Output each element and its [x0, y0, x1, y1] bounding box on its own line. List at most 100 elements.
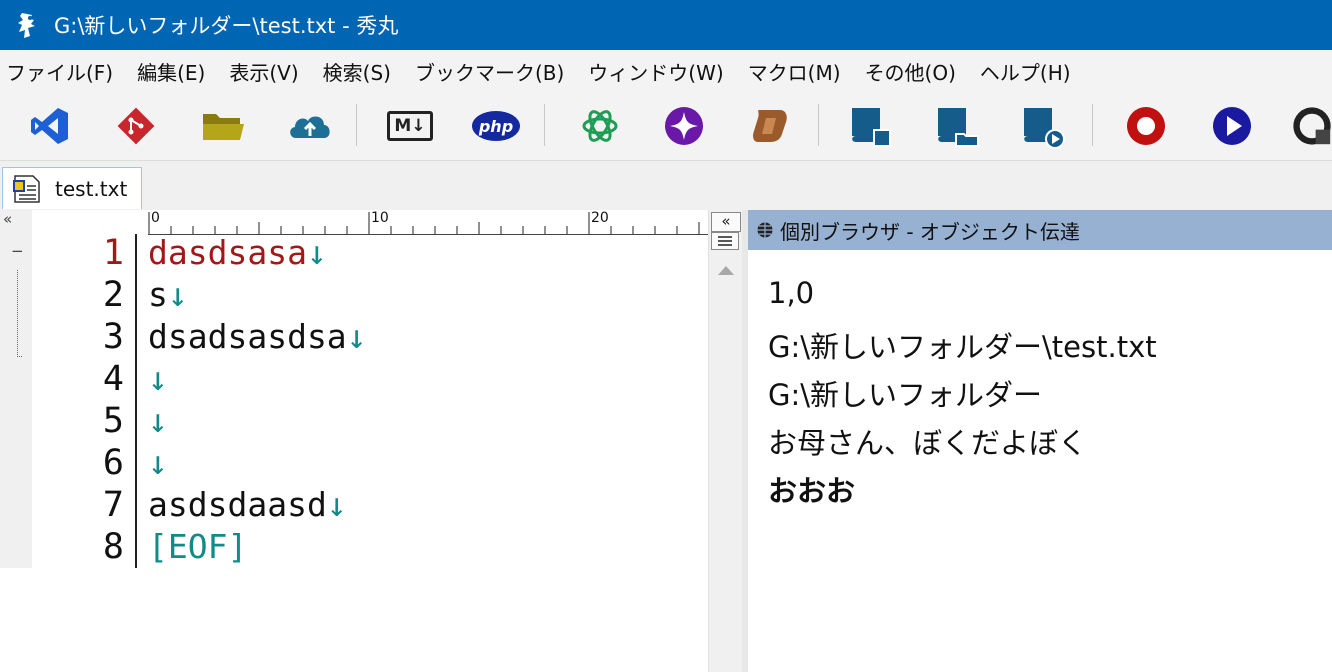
- vertical-scrollbar[interactable]: «: [708, 210, 743, 672]
- window-title: G:\新しいフォルダー\test.txt - 秀丸: [54, 14, 399, 38]
- toolbar-separator: [544, 104, 545, 146]
- git-icon: [117, 107, 155, 145]
- scroll-folder-icon: [938, 108, 979, 147]
- code-line[interactable]: s↓: [148, 274, 188, 316]
- menu-search[interactable]: 検索(S): [317, 57, 397, 86]
- cloud-upload-button[interactable]: [286, 102, 334, 150]
- scroll-file-icon: [852, 108, 891, 147]
- toolbar-separator: [356, 104, 357, 146]
- line-number: 1: [102, 233, 124, 273]
- play-macro-button[interactable]: [1208, 102, 1256, 150]
- markdown-button[interactable]: M↓: [386, 102, 434, 150]
- code-text: dsadsasdsa: [148, 317, 347, 356]
- browser-line: 1,0: [768, 276, 815, 310]
- ruler-label-0: 0: [151, 210, 160, 226]
- gutter-collapse-icon[interactable]: «: [3, 210, 12, 228]
- code-line[interactable]: asdsdaasd↓: [148, 484, 347, 526]
- line-number: 6: [102, 443, 124, 483]
- line-number: 5: [102, 401, 124, 441]
- code-line[interactable]: dasdsasa↓: [148, 232, 327, 274]
- code-line[interactable]: ↓: [148, 442, 168, 484]
- cloud-upload-icon: [290, 116, 330, 138]
- vscode-button[interactable]: [26, 102, 74, 150]
- scroll-up-arrow-icon[interactable]: [709, 260, 743, 280]
- eol-mark: ↓: [346, 317, 367, 356]
- line-number: 4: [102, 359, 124, 399]
- menu-macro[interactable]: マクロ(M): [742, 57, 847, 86]
- ruler-ticks: [148, 212, 700, 234]
- hidemaru-app-icon: [18, 13, 35, 38]
- menu-bookmark[interactable]: ブックマーク(B): [409, 57, 570, 86]
- ruler-label-20: 20: [591, 210, 609, 226]
- line-number: 8: [102, 527, 124, 567]
- gutter: « −: [0, 210, 32, 568]
- line-number: 7: [102, 485, 124, 525]
- eol-mark: ↓: [148, 401, 168, 440]
- chatgpt-icon: [582, 110, 618, 142]
- php-button[interactable]: php: [472, 102, 520, 150]
- record-macro-button[interactable]: [1122, 102, 1170, 150]
- list-view-button[interactable]: [711, 232, 739, 250]
- menu-bar: ファイル(F) 編集(E) 表示(V) 検索(S) ブックマーク(B) ウィンド…: [0, 50, 1332, 92]
- fold-marker[interactable]: −: [11, 242, 24, 260]
- php-icon: php: [472, 111, 520, 141]
- code-line[interactable]: [EOF]: [148, 526, 247, 568]
- menu-view[interactable]: 表示(V): [223, 57, 304, 86]
- browser-bold-line: おおお: [768, 474, 856, 508]
- line-number: 3: [102, 317, 124, 357]
- chatgpt-button[interactable]: [576, 102, 624, 150]
- browser-line: G:\新しいフォルダー\test.txt: [768, 330, 1157, 364]
- cycle-icon: [1293, 107, 1331, 145]
- record-icon: [1127, 107, 1165, 145]
- code-line[interactable]: ↓: [148, 400, 168, 442]
- folder-icon: [203, 114, 244, 140]
- eol-mark: ↓: [148, 359, 168, 398]
- tab-bar: test.txt: [0, 160, 1332, 211]
- macro-file-button[interactable]: [846, 102, 894, 150]
- browser-title: 個別ブラウザ - オブジェクト伝達: [780, 219, 1080, 244]
- collapse-pane-button[interactable]: «: [711, 212, 741, 232]
- copilot-button[interactable]: [746, 102, 794, 150]
- editor-pane[interactable]: « − 0 10 20 1 2 3 4 5 6 7 8 dasdsasa↓ s↓…: [0, 210, 743, 672]
- menu-file[interactable]: ファイル(F): [0, 57, 119, 86]
- toolbar: M↓ php: [0, 92, 1332, 160]
- title-bar: G:\新しいフォルダー\test.txt - 秀丸: [0, 0, 1332, 50]
- code-line[interactable]: ↓: [148, 358, 168, 400]
- menu-other[interactable]: その他(O): [859, 57, 962, 86]
- code-text: asdsdaasd: [148, 485, 327, 524]
- copilot-icon: [753, 110, 787, 142]
- eol-mark: ↓: [326, 485, 347, 524]
- ruler-label-10: 10: [371, 210, 389, 226]
- vscode-icon: [31, 108, 68, 144]
- menu-edit[interactable]: 編集(E): [131, 57, 211, 86]
- tab-test-txt[interactable]: test.txt: [2, 167, 142, 209]
- line-number: 2: [102, 275, 124, 315]
- individual-browser-pane: 個別ブラウザ - オブジェクト伝達 1,0 G:\新しいフォルダー\test.t…: [748, 210, 1332, 672]
- toolbar-separator: [1092, 104, 1093, 146]
- eol-mark: ↓: [148, 443, 168, 482]
- list-icon: [718, 236, 732, 246]
- macro-folder-button[interactable]: [932, 102, 980, 150]
- eof-mark: [EOF]: [148, 527, 248, 566]
- fold-guide: [17, 270, 22, 357]
- code-line[interactable]: dsadsasdsa↓: [148, 316, 367, 358]
- menu-help[interactable]: ヘルプ(H): [974, 57, 1077, 86]
- open-folder-button[interactable]: [200, 102, 248, 150]
- scroll-play-icon: [1024, 108, 1065, 149]
- eol-mark: ↓: [167, 275, 188, 314]
- gemini-button[interactable]: [660, 102, 708, 150]
- line-number-divider: [135, 234, 137, 568]
- eol-mark: ↓: [306, 233, 327, 272]
- gemini-icon: [665, 107, 703, 145]
- toolbar-separator: [818, 104, 819, 146]
- menu-window[interactable]: ウィンドウ(W): [582, 57, 729, 86]
- macro-options-button[interactable]: [1292, 102, 1332, 150]
- code-text: dasdsasa: [148, 233, 307, 272]
- play-icon: [1213, 107, 1251, 145]
- browser-line: お母さん、ぼくだよぼく: [768, 426, 1088, 460]
- git-button[interactable]: [112, 102, 160, 150]
- macro-run-button[interactable]: [1018, 102, 1066, 150]
- text-file-icon: [13, 174, 40, 203]
- markdown-icon: M↓: [387, 111, 433, 141]
- browser-line: G:\新しいフォルダー: [768, 378, 1043, 412]
